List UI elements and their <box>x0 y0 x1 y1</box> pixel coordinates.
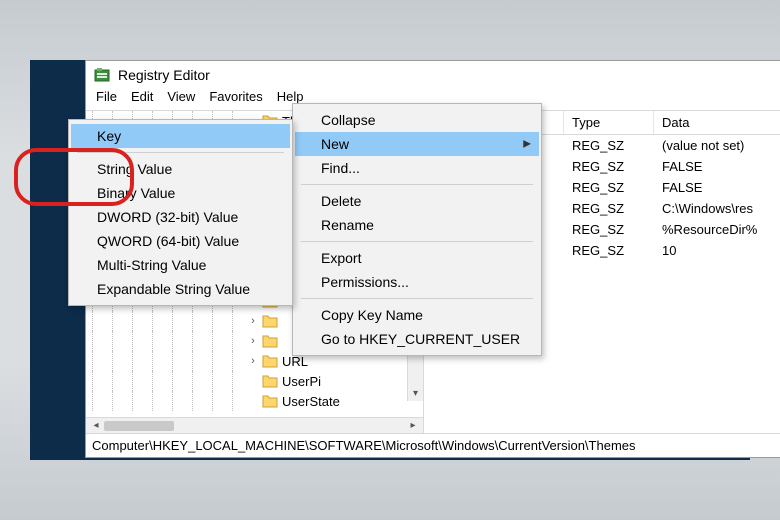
window-title: Registry Editor <box>118 67 210 83</box>
column-header-data[interactable]: Data <box>654 111 780 134</box>
menu-item-rename[interactable]: Rename <box>295 213 539 237</box>
menu-item-permissions[interactable]: Permissions... <box>295 270 539 294</box>
context-menu: Collapse New ▶ Find... Delete Rename Exp… <box>292 103 542 356</box>
submenu-item-multi-string-value[interactable]: Multi-String Value <box>71 253 290 277</box>
tree-item-label: UserState <box>282 394 340 409</box>
menu-item-goto-hkcu[interactable]: Go to HKEY_CURRENT_USER <box>295 327 539 351</box>
menu-item-label: Copy Key Name <box>321 307 423 323</box>
tree-item[interactable]: UserPi <box>86 371 407 391</box>
cell-data: FALSE <box>654 159 780 174</box>
submenu-item-qword-value[interactable]: QWORD (64-bit) Value <box>71 229 290 253</box>
cell-type: REG_SZ <box>564 159 654 174</box>
menu-item-new[interactable]: New ▶ <box>295 132 539 156</box>
scroll-left-icon[interactable]: ◂ <box>88 420 104 431</box>
menu-item-label: Expandable String Value <box>97 281 250 297</box>
folder-icon <box>262 374 278 388</box>
menu-item-copy-key-name[interactable]: Copy Key Name <box>295 303 539 327</box>
menu-favorites[interactable]: Favorites <box>209 89 262 104</box>
menu-help[interactable]: Help <box>277 89 304 104</box>
menu-item-delete[interactable]: Delete <box>295 189 539 213</box>
cell-type: REG_SZ <box>564 243 654 258</box>
menu-item-label: Delete <box>321 193 361 209</box>
tree-horizontal-scrollbar[interactable]: ◂ ▸ <box>86 417 423 433</box>
column-header-type[interactable]: Type <box>564 111 654 134</box>
menu-item-label: Binary Value <box>97 185 175 201</box>
menu-item-find[interactable]: Find... <box>295 156 539 180</box>
cell-data: %ResourceDir% <box>654 222 780 237</box>
menu-item-collapse[interactable]: Collapse <box>295 108 539 132</box>
registry-editor-window: Registry Editor File Edit View Favorites… <box>85 60 780 458</box>
menu-item-label: Collapse <box>321 112 375 128</box>
menu-item-label: DWORD (32-bit) Value <box>97 209 238 225</box>
statusbar: Computer\HKEY_LOCAL_MACHINE\SOFTWARE\Mic… <box>86 433 780 457</box>
tree-item[interactable]: UserState <box>86 391 407 411</box>
menu-item-label: New <box>321 136 349 152</box>
menu-item-label: Export <box>321 250 361 266</box>
folder-icon <box>262 394 278 408</box>
hscroll-track[interactable] <box>104 420 405 432</box>
cell-type: REG_SZ <box>564 180 654 195</box>
expander-icon[interactable]: › <box>246 355 260 367</box>
menu-item-label: Multi-String Value <box>97 257 206 273</box>
menu-item-label: Key <box>97 128 121 144</box>
scroll-down-icon[interactable]: ▾ <box>408 385 423 401</box>
context-submenu-new: Key String Value Binary Value DWORD (32-… <box>68 119 293 306</box>
backdrop-panel: Registry Editor File Edit View Favorites… <box>30 60 750 460</box>
regedit-icon <box>94 67 110 83</box>
folder-icon <box>262 354 278 368</box>
hscroll-thumb[interactable] <box>104 421 174 431</box>
cell-data: (value not set) <box>654 138 780 153</box>
menu-file[interactable]: File <box>96 89 117 104</box>
menu-item-label: Find... <box>321 160 360 176</box>
menu-separator <box>301 184 533 185</box>
submenu-item-expandable-string-value[interactable]: Expandable String Value <box>71 277 290 301</box>
folder-icon <box>262 334 278 348</box>
scroll-right-icon[interactable]: ▸ <box>405 420 421 431</box>
statusbar-path: Computer\HKEY_LOCAL_MACHINE\SOFTWARE\Mic… <box>92 438 636 453</box>
expander-icon[interactable]: › <box>246 315 260 327</box>
menu-separator <box>301 298 533 299</box>
cell-data: 10 <box>654 243 780 258</box>
menu-separator <box>301 241 533 242</box>
folder-icon <box>262 314 278 328</box>
menu-item-label: QWORD (64-bit) Value <box>97 233 239 249</box>
cell-data: C:\Windows\res <box>654 201 780 216</box>
menu-separator <box>77 152 284 153</box>
submenu-item-binary-value[interactable]: Binary Value <box>71 181 290 205</box>
menu-item-label: Go to HKEY_CURRENT_USER <box>321 331 520 347</box>
menu-edit[interactable]: Edit <box>131 89 153 104</box>
submenu-item-string-value[interactable]: String Value <box>71 157 290 181</box>
cell-data: FALSE <box>654 180 780 195</box>
menu-item-label: Rename <box>321 217 374 233</box>
titlebar: Registry Editor <box>86 61 780 85</box>
menu-item-export[interactable]: Export <box>295 246 539 270</box>
cell-type: REG_SZ <box>564 222 654 237</box>
submenu-item-key[interactable]: Key <box>71 124 290 148</box>
cell-type: REG_SZ <box>564 138 654 153</box>
menu-view[interactable]: View <box>167 89 195 104</box>
cell-type: REG_SZ <box>564 201 654 216</box>
expander-icon[interactable]: › <box>246 335 260 347</box>
menu-item-label: Permissions... <box>321 274 409 290</box>
desktop-background: Registry Editor File Edit View Favorites… <box>0 0 780 520</box>
tree-item-label: UserPi <box>282 374 321 389</box>
submenu-arrow-icon: ▶ <box>523 139 531 150</box>
menu-item-label: String Value <box>97 161 172 177</box>
submenu-item-dword-value[interactable]: DWORD (32-bit) Value <box>71 205 290 229</box>
